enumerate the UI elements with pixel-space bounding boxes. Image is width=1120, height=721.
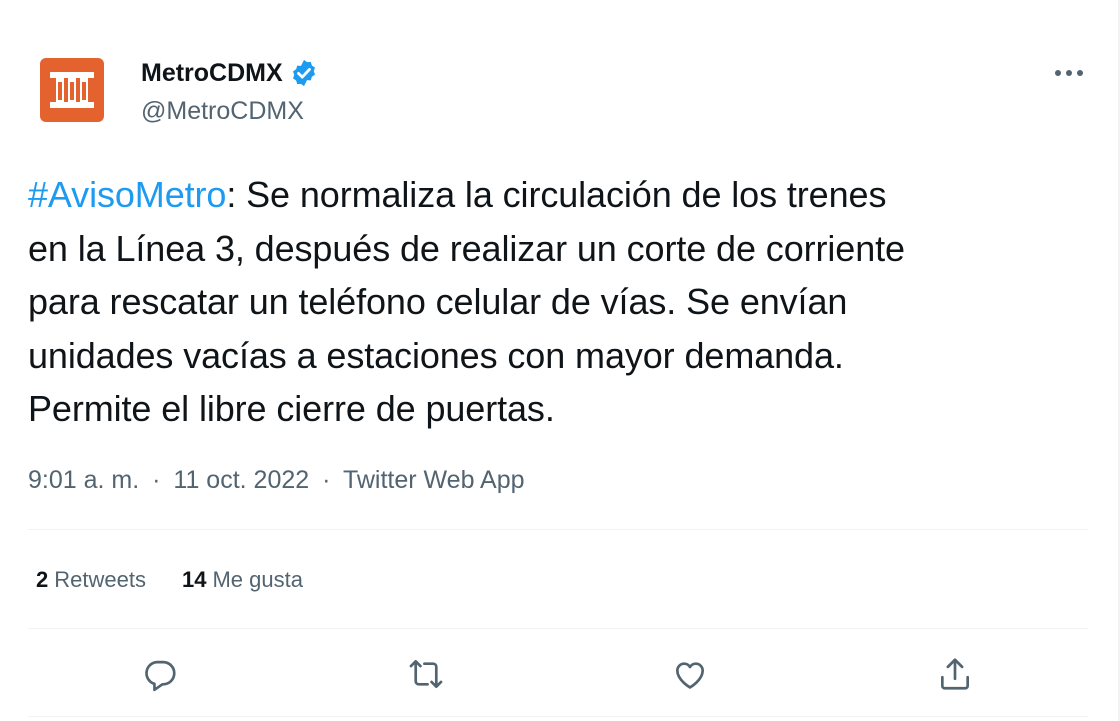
tweet-text-line: Permite el libre cierre de puertas.	[28, 388, 555, 429]
retweet-icon	[409, 659, 443, 689]
tweet-date[interactable]: 11 oct. 2022	[173, 466, 309, 494]
author-name-text[interactable]: MetroCDMX	[141, 58, 283, 88]
verified-badge-icon	[289, 58, 319, 88]
avatar[interactable]	[40, 58, 104, 122]
retweets-label: Retweets	[54, 567, 146, 592]
metro-logo-icon	[50, 72, 94, 108]
tweet-time[interactable]: 9:01 a. m.	[28, 466, 139, 494]
divider	[28, 628, 1088, 629]
hashtag-link[interactable]: #AvisoMetro	[28, 174, 226, 215]
retweet-button[interactable]	[402, 650, 450, 698]
divider	[28, 529, 1088, 530]
reply-icon	[145, 660, 176, 692]
tweet-stats: 2 Retweets 14 Me gusta	[36, 565, 303, 595]
tweet-source[interactable]: Twitter Web App	[343, 466, 525, 494]
tweet-text: #AvisoMetro: Se normaliza la circulación…	[28, 168, 1088, 436]
share-button[interactable]	[931, 650, 979, 698]
tweet-text-line: #AvisoMetro: Se normaliza la circulación…	[28, 168, 1088, 222]
likes-label: Me gusta	[212, 567, 303, 592]
more-dots-icon	[1055, 70, 1083, 76]
divider	[28, 716, 1088, 717]
likes-stat[interactable]: 14 Me gusta	[182, 565, 303, 595]
share-icon	[940, 658, 970, 690]
author-handle[interactable]: @MetroCDMX	[141, 96, 304, 126]
tweet-text-line: para rescatar un teléfono celular de vía…	[28, 281, 848, 322]
meta-separator: ·	[152, 466, 161, 494]
tweet-text-line: en la Línea 3, después de realizar un co…	[28, 227, 905, 269]
like-icon	[675, 662, 705, 689]
tweet-text-segment: : Se normaliza la circulación de los tre…	[226, 174, 887, 215]
meta-separator: ·	[322, 466, 331, 494]
retweets-stat[interactable]: 2 Retweets	[36, 565, 146, 595]
tweet-card: MetroCDMX @MetroCDMX #AvisoMetro: Se nor…	[28, 0, 1088, 721]
tweet-text-line: unidades vacías a estaciones con mayor d…	[28, 334, 844, 376]
reply-button[interactable]	[136, 650, 184, 698]
likes-count: 14	[181, 567, 207, 592]
tweet-meta: 9:01 a. m. · 11 oct. 2022 · Twitter Web …	[28, 464, 525, 496]
tweet-actions	[28, 650, 1088, 698]
like-button[interactable]	[666, 650, 714, 698]
retweets-count: 2	[36, 567, 49, 592]
more-options-button[interactable]	[1054, 60, 1084, 86]
author-name[interactable]: MetroCDMX	[141, 58, 319, 88]
